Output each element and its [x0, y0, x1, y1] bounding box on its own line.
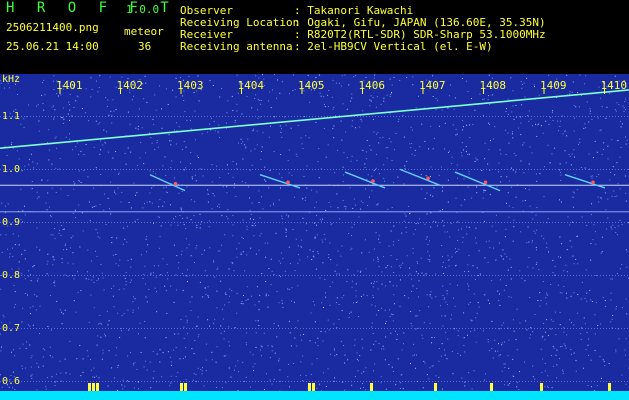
spectrogram-background	[0, 74, 629, 400]
meteor-label: meteor	[124, 25, 164, 38]
meteor-core-4	[483, 180, 488, 185]
y-tick-label: 1.0	[2, 164, 21, 176]
file-name: 2506211400.png	[6, 21, 99, 34]
x-tick-label: 1406	[358, 79, 386, 92]
antenna-label: Receiving antenna	[180, 40, 293, 53]
baseline-spike-11	[608, 383, 611, 391]
x-tick-label: 1404	[237, 79, 265, 92]
y-tick-label: 0.6	[2, 376, 21, 388]
meteor-count: 36	[138, 40, 152, 53]
x-tick-label: 1409	[540, 79, 567, 92]
y-tick-label: 0.8	[2, 270, 21, 282]
x-tick-label: 1402	[116, 79, 144, 92]
antenna-value: : 2el-HB9CV Vertical (el. E-W)	[294, 40, 493, 53]
baseline-spike-2	[96, 383, 99, 391]
meteor-core-2	[371, 179, 375, 183]
x-tick-label: 1405	[298, 79, 325, 92]
baseline-spike-4	[184, 383, 187, 391]
datetime: 25.06.21 14:00	[6, 40, 99, 53]
y-tick-label: 1.1	[2, 111, 21, 123]
spectrogram	[0, 74, 629, 400]
meteor-core-1	[286, 180, 290, 185]
app-version: 1.0.0	[126, 3, 160, 16]
baseline-spike-0	[88, 383, 91, 391]
x-tick-label: 1407	[419, 79, 446, 92]
baseline-spike-5	[308, 383, 311, 391]
meteor-core-0	[173, 181, 178, 186]
baseline-spike-3	[180, 383, 183, 391]
baseline-spike-10	[540, 383, 543, 391]
baseline-spike-8	[434, 383, 437, 391]
header-panel: H R O F F T 1.0.0 2506211400.png meteor …	[0, 0, 629, 74]
x-tick-label: 1403	[177, 79, 204, 92]
y-axis-unit: kHz	[2, 74, 21, 85]
baseline-band	[0, 391, 629, 400]
x-tick-label: 1401	[56, 79, 83, 92]
baseline-spike-6	[312, 383, 315, 391]
meteor-core-5	[591, 180, 595, 185]
x-tick-label: 1410	[600, 79, 628, 92]
baseline-spike-7	[370, 383, 373, 391]
x-tick-label: 1408	[479, 79, 507, 92]
y-tick-label: 0.9	[2, 217, 21, 229]
baseline-spike-9	[490, 383, 493, 391]
baseline-spike-1	[92, 383, 95, 391]
meteor-core-3	[426, 176, 430, 181]
y-tick-label: 0.7	[2, 323, 21, 335]
